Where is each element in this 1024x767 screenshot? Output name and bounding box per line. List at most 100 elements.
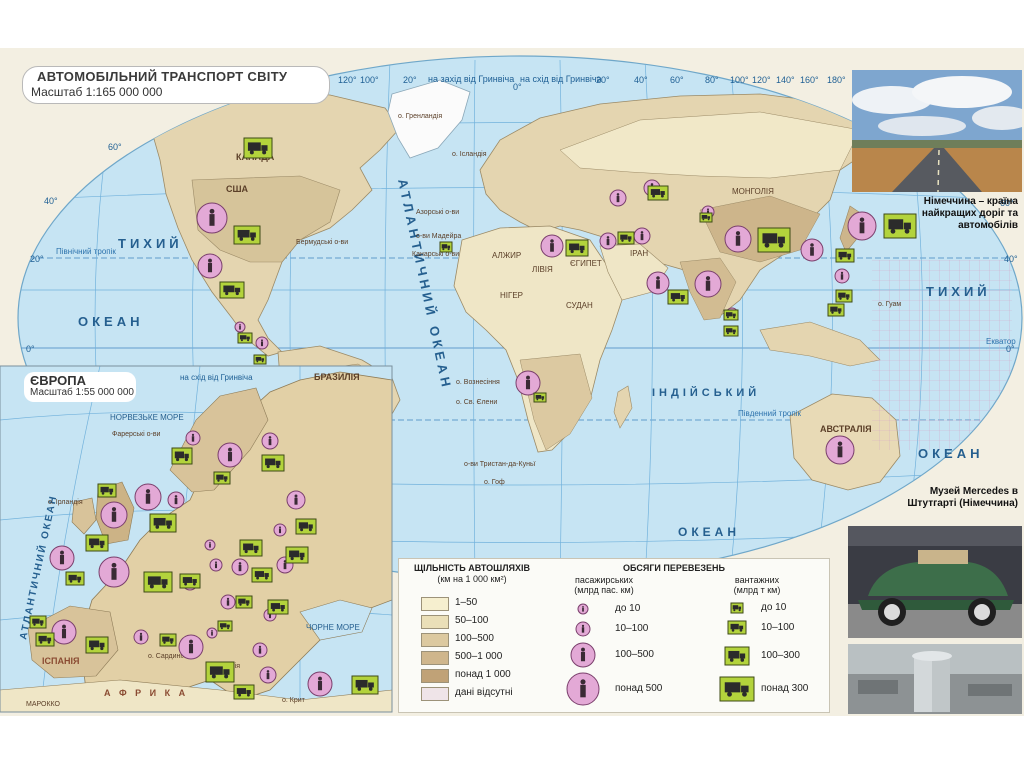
place-label: ЄГИПЕТ [570, 259, 602, 268]
cargo-symbol [217, 620, 233, 632]
indian-label-2: ОКЕАН [678, 525, 740, 539]
cargo-symbol [253, 354, 267, 365]
passenger-symbol [220, 594, 236, 610]
tropic-n-label: Північний тропік [56, 247, 116, 256]
cargo-symbol [617, 231, 635, 245]
meridian-west-label: на захід від Гринвіча [428, 74, 514, 84]
passenger-symbol [515, 370, 541, 396]
place-label: АВСТРАЛІЯ [820, 424, 872, 434]
passenger-symbol [825, 435, 855, 465]
pacific-west-label-1: ТИХИЙ [118, 236, 183, 251]
lon-label: 100° [360, 75, 379, 85]
cargo-symbol [171, 447, 193, 465]
legend-cargo-symbol [730, 602, 744, 614]
cargo-symbol [235, 595, 253, 609]
passenger-class-label: до 10 [615, 603, 641, 614]
cargo-symbol [439, 241, 453, 253]
passenger-symbol [694, 270, 722, 298]
cargo-symbol [213, 471, 231, 485]
lon-label: 40° [634, 75, 648, 85]
lon-label: 60° [670, 75, 684, 85]
passenger-symbol [259, 666, 277, 684]
cargo-symbol [65, 571, 85, 586]
cargo-symbol [699, 212, 713, 223]
eu-label: ІСПАНІЯ [42, 656, 79, 666]
lat-label: 40° [44, 196, 58, 206]
cargo-symbol [835, 248, 855, 263]
legend-passenger-symbol [575, 621, 591, 637]
museum-caption: Музей Mercedes в Штутгарті (Німеччина) [907, 486, 1018, 509]
passenger-symbol [133, 629, 149, 645]
map-title: АВТОМОБІЛЬНИЙ ТРАНСПОРТ СВІТУ [37, 69, 288, 84]
cargo-symbol [35, 632, 55, 647]
cargo-symbol [351, 675, 379, 695]
cargo-class-label: до 10 [761, 602, 787, 613]
passenger-symbol [609, 189, 627, 207]
passenger-symbol [724, 225, 752, 253]
place-label: о. Гуам [878, 301, 901, 308]
lon-label: 120° [752, 75, 771, 85]
place-label: СУДАН [566, 301, 593, 310]
legend-cargo-symbol [727, 620, 747, 635]
eu-label: ЧОРНЕ МОРЕ [306, 623, 360, 632]
passenger-symbol [599, 232, 617, 250]
place-label: о-ви Тристан-да-Куньї [464, 461, 536, 468]
passenger-class-label: 10–100 [615, 623, 649, 634]
europe-scale: Масштаб 1:55 000 000 [30, 387, 134, 398]
passenger-symbol [540, 234, 564, 258]
cargo-symbol [179, 573, 201, 589]
lat-label: 60° [108, 142, 122, 152]
legend-cargo-symbol [724, 646, 750, 666]
cargo-symbol [97, 483, 117, 498]
lon-label: 20° [403, 75, 417, 85]
map-scale: Масштаб 1:165 000 000 [31, 85, 163, 99]
passenger-class-label: понад 500 [615, 683, 663, 694]
passenger-symbol [633, 227, 651, 245]
passenger-symbol [204, 539, 216, 551]
cargo-symbol [267, 599, 289, 615]
passenger-symbol [261, 432, 279, 450]
germany-caption: Німеччина – країна найкращих доріг та ав… [921, 196, 1018, 231]
legend-passenger-symbol [570, 642, 596, 668]
eu-label: о. Крит [282, 697, 306, 704]
place-label: НІГЕР [500, 291, 523, 300]
place-label: Азорські о-ви [416, 208, 459, 216]
road-photo [852, 70, 1022, 192]
passenger-symbol [178, 634, 204, 660]
passenger-symbol [100, 501, 128, 529]
pacific-west-label-2: ОКЕАН [78, 314, 144, 329]
passenger-symbol [307, 671, 333, 697]
cargo-symbol [149, 513, 177, 533]
place-label: АЛЖИР [492, 251, 521, 260]
passenger-class-label: 100–500 [615, 649, 654, 660]
passenger-symbol [646, 271, 670, 295]
passenger-symbol [196, 202, 228, 234]
eu-label: МАРОККО [26, 701, 61, 708]
cargo-symbol [85, 534, 109, 552]
lat-label: 0° [26, 344, 35, 354]
cargo-symbol [219, 281, 245, 299]
cargo-symbol [251, 567, 273, 583]
europe-title-box: ЄВРОПА Масштаб 1:55 000 000 [24, 372, 136, 402]
legend-cargo-symbol [719, 676, 755, 702]
place-label: о. Св. Єлени [456, 399, 497, 406]
europe-title: ЄВРОПА [30, 373, 86, 388]
passenger-symbol [51, 619, 77, 645]
cargo-symbol [85, 636, 109, 654]
passenger-symbol [800, 238, 824, 262]
passenger-symbol [234, 321, 246, 333]
place-label: о. Гоф [484, 479, 505, 486]
cargo-symbol [667, 289, 689, 305]
passenger-symbol [206, 627, 218, 639]
passenger-symbol [255, 336, 269, 350]
cargo-class-label: 10–100 [761, 621, 795, 633]
passenger-symbol [252, 642, 268, 658]
map-title-box: АВТОМОБІЛЬНИЙ ТРАНСПОРТ СВІТУ Масштаб 1:… [22, 66, 330, 104]
place-label: о. Гренландія [398, 112, 442, 120]
passenger-symbol [217, 442, 243, 468]
lon-label: 80° [705, 75, 719, 85]
cargo-symbol [159, 633, 177, 647]
cargo-symbol [143, 571, 173, 593]
place-label: о-ви Мадейра [416, 232, 461, 240]
eu-label: о. Ірландія [48, 498, 83, 506]
